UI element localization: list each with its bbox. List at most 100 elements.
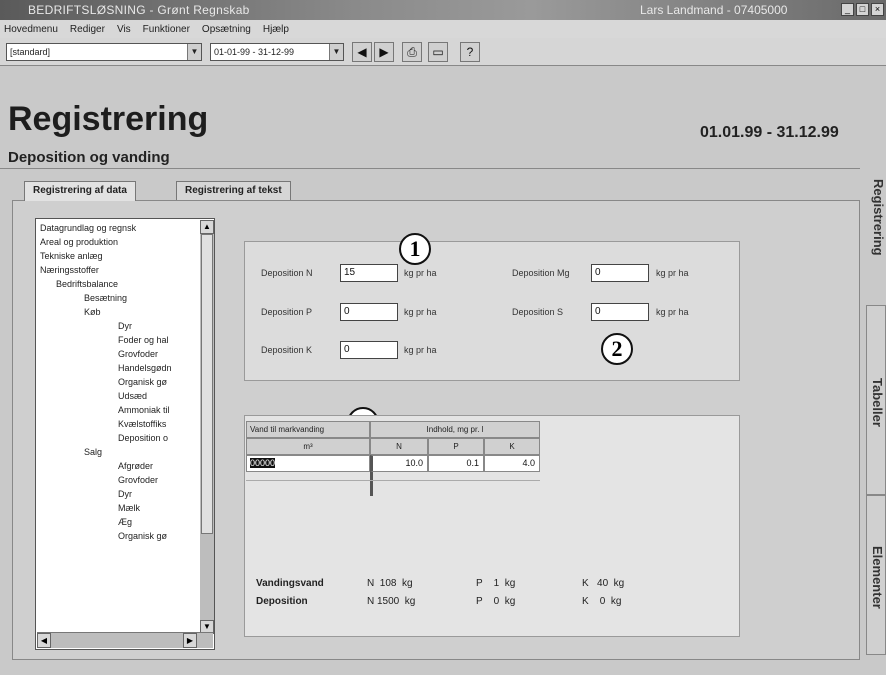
period-combo[interactable]: 01-01-99 - 31-12-99 ▼ <box>210 43 344 61</box>
summary-vanding-p: P 1 kg <box>476 578 516 589</box>
user-info: Lars Landmand - 07405000 <box>640 3 788 17</box>
tree-item[interactable]: Organisk gø <box>118 531 167 541</box>
side-tab-registrering[interactable]: Registrering <box>866 130 886 300</box>
menu-funktioner[interactable]: Funktioner <box>143 24 190 35</box>
deposition-s-label: Deposition S <box>512 307 564 317</box>
grid-column-divider <box>370 472 373 496</box>
tab-registrering-data[interactable]: Registrering af data <box>24 181 136 201</box>
deposition-n-label: Deposition N <box>261 268 313 278</box>
menu-vis[interactable]: Vis <box>117 24 131 35</box>
profile-combo[interactable]: [standard] ▼ <box>6 43 202 61</box>
callout-1: 1 <box>399 233 431 265</box>
close-button[interactable]: × <box>871 3 884 16</box>
menu-opsaetning[interactable]: Opsætning <box>202 24 251 35</box>
grid-cell-p[interactable]: 0.1 <box>428 455 484 472</box>
summary-vanding-label: Vandingsvand <box>256 578 324 589</box>
tree-item[interactable]: Dyr <box>118 321 132 331</box>
preview-button[interactable]: ▭ <box>428 42 448 62</box>
print-icon: ⎙ <box>407 45 417 59</box>
print-button[interactable]: ⎙ <box>402 42 422 62</box>
scroll-left-icon[interactable]: ◀ <box>37 633 51 648</box>
next-button[interactable]: ▶ <box>374 42 394 62</box>
previous-button[interactable]: ◀ <box>352 42 372 62</box>
tree-item[interactable]: Foder og hal <box>118 335 169 345</box>
tree-item[interactable]: Grovfoder <box>118 475 158 485</box>
tree-item[interactable]: Tekniske anlæg <box>40 251 103 261</box>
summary-deposition-k: K 0 kg <box>582 596 622 607</box>
tree-horizontal-scrollbar[interactable]: ◀ ▶ <box>37 632 213 648</box>
deposition-n-input[interactable]: 15 <box>340 264 398 282</box>
grid-header-indhold: Indhold, mg pr. l <box>370 421 540 438</box>
summary-vanding-k: K 40 kg <box>582 578 625 589</box>
tree-item[interactable]: Grovfoder <box>118 349 158 359</box>
deposition-k-unit: kg pr ha <box>404 345 437 355</box>
tree-item[interactable]: Udsæd <box>118 391 147 401</box>
tree-item[interactable]: Organisk gø <box>118 377 167 387</box>
deposition-k-label: Deposition K <box>261 345 313 355</box>
grid-col-n: N <box>370 438 428 455</box>
deposition-s-unit: kg pr ha <box>656 307 689 317</box>
grid-cell-k[interactable]: 4.0 <box>484 455 540 472</box>
tree-item[interactable]: Dyr <box>118 489 132 499</box>
grid-cell-m3-value: 00000 <box>250 458 276 468</box>
period-combo-value: 01-01-99 - 31-12-99 <box>214 47 295 57</box>
grid-col-k: K <box>484 438 540 455</box>
tree-item[interactable]: Handelsgødn <box>118 363 172 373</box>
menu-rediger[interactable]: Rediger <box>70 24 105 35</box>
tree-item[interactable]: Bedriftsbalance <box>56 279 118 289</box>
grid-cell-n[interactable]: 10.0 <box>370 455 428 472</box>
callout-2: 2 <box>601 333 633 365</box>
help-icon: ? <box>466 45 474 59</box>
tree-item[interactable]: Besætning <box>84 293 127 303</box>
menu-hjaelp[interactable]: Hjælp <box>263 24 289 35</box>
deposition-p-unit: kg pr ha <box>404 307 437 317</box>
window-title: BEDRIFTSLØSNING - Grønt Regnskab <box>28 3 250 17</box>
deposition-mg-label: Deposition Mg <box>512 268 570 278</box>
deposition-mg-unit: kg pr ha <box>656 268 689 278</box>
tree-item[interactable]: Salg <box>84 447 102 457</box>
grid-row-line <box>246 480 540 481</box>
deposition-mg-input[interactable]: 0 <box>591 264 649 282</box>
grid-cell-m3[interactable]: 00000 <box>246 455 370 472</box>
tree-item[interactable]: Afgrøder <box>118 461 153 471</box>
grid-col-m3: m³ <box>246 438 370 455</box>
tree-item[interactable]: Køb <box>84 307 101 317</box>
preview-icon: ▭ <box>432 45 444 59</box>
page-title: Registrering <box>8 100 209 138</box>
arrow-left-icon: ◀ <box>357 45 367 59</box>
profile-combo-value: [standard] <box>10 47 51 57</box>
minimize-button[interactable]: _ <box>841 3 854 16</box>
deposition-k-input[interactable]: 0 <box>340 341 398 359</box>
tree-item[interactable]: Mælk <box>118 503 140 513</box>
menu-hovedmenu[interactable]: Hovedmenu <box>4 24 58 35</box>
page-subtitle: Deposition og vanding <box>8 149 170 166</box>
tree-item[interactable]: Deposition o <box>118 433 168 443</box>
maximize-button[interactable]: □ <box>856 3 869 16</box>
summary-vanding-n: N 108 kg <box>367 578 413 589</box>
tree-item[interactable]: Ammoniak til <box>118 405 170 415</box>
help-button[interactable]: ? <box>460 42 480 62</box>
tree-item[interactable]: Næringsstoffer <box>40 265 99 275</box>
side-tab-elementer[interactable]: Elementer <box>866 495 886 655</box>
tree-vertical-scrollbar[interactable]: ▲ ▼ <box>200 220 214 634</box>
deposition-s-input[interactable]: 0 <box>591 303 649 321</box>
scroll-thumb[interactable] <box>201 234 213 534</box>
tree-item[interactable]: Æg <box>118 517 132 527</box>
tree-item[interactable]: Areal og produktion <box>40 237 118 247</box>
navigation-tree[interactable]: Datagrundlag og regnsk Areal og produkti… <box>35 218 215 650</box>
title-bar: BEDRIFTSLØSNING - Grønt Regnskab Lars La… <box>0 0 886 20</box>
header-divider <box>0 168 860 169</box>
tab-registrering-tekst[interactable]: Registrering af tekst <box>176 181 291 201</box>
arrow-right-icon: ▶ <box>379 45 389 59</box>
chevron-down-icon[interactable]: ▼ <box>329 44 343 60</box>
deposition-n-unit: kg pr ha <box>404 268 437 278</box>
scroll-right-icon[interactable]: ▶ <box>183 633 197 648</box>
grid-col-p: P <box>428 438 484 455</box>
side-tab-tabeller[interactable]: Tabeller <box>866 305 886 495</box>
grid-header-vand: Vand til markvanding <box>246 421 370 438</box>
tree-item[interactable]: Datagrundlag og regnsk <box>40 223 136 233</box>
scroll-up-icon[interactable]: ▲ <box>200 220 214 234</box>
chevron-down-icon[interactable]: ▼ <box>187 44 201 60</box>
deposition-p-input[interactable]: 0 <box>340 303 398 321</box>
tree-item[interactable]: Kvælstoffiks <box>118 419 166 429</box>
